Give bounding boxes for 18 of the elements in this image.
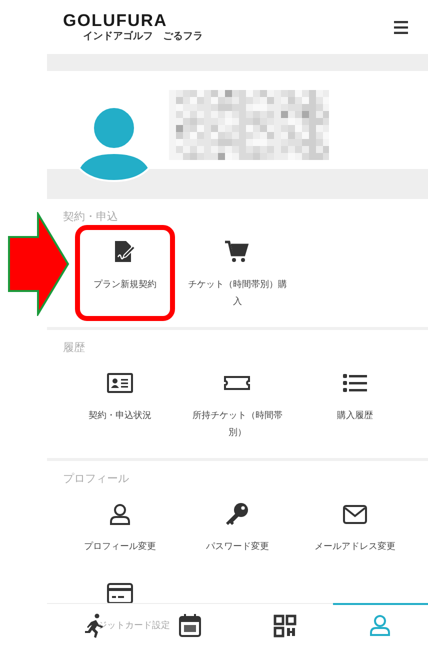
logo-tagline: インドアゴルフ ごるフラ — [83, 32, 203, 42]
menu-tile[interactable]: 購入履歴 — [296, 356, 414, 452]
section-title: プロフィール — [62, 472, 130, 487]
section-title: 履歴 — [62, 341, 86, 356]
menu-tile[interactable]: プラン新規契約 — [75, 225, 175, 321]
calendar-icon — [176, 612, 203, 638]
section-title: 契約・申込 — [62, 210, 119, 225]
logo-text: GOLUFURA — [63, 12, 168, 29]
qr-code-icon — [272, 612, 298, 638]
menu-tile[interactable]: メールアドレス変更 — [296, 487, 414, 566]
menu-tile[interactable]: 契約・申込状況 — [61, 356, 179, 452]
key-icon — [224, 502, 250, 528]
menu-tile[interactable]: 所持チケット（時間帯別） — [178, 356, 296, 452]
menu-tile[interactable]: チケット（時間帯別）購入 — [178, 225, 296, 321]
menu-icon[interactable] — [394, 20, 408, 34]
menu-tile[interactable]: パスワード変更 — [178, 487, 296, 566]
menu-tile[interactable]: プロフィール変更 — [61, 487, 179, 566]
avatar-icon — [77, 106, 151, 182]
